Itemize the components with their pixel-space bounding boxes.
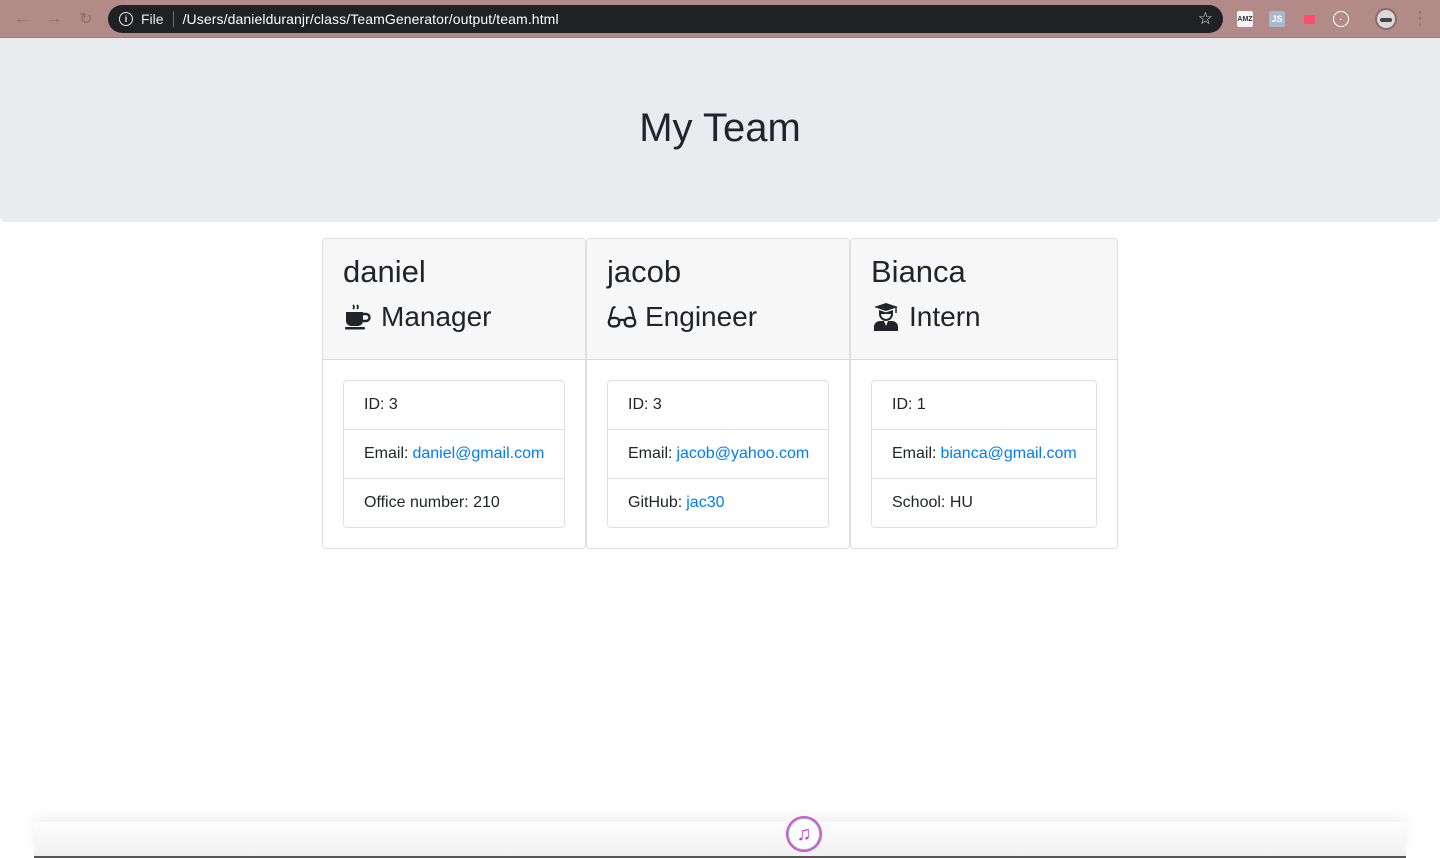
details-list: ID: 1 Email: bianca@gmail.com School: HU bbox=[871, 380, 1097, 528]
card-header: Bianca Intern bbox=[851, 239, 1117, 360]
card-header: daniel Manager bbox=[323, 239, 585, 360]
card-body: ID: 3 Email: daniel@gmail.com Office num… bbox=[323, 360, 585, 548]
card-header: jacob Engineer bbox=[587, 239, 849, 360]
mug-icon bbox=[343, 302, 373, 332]
circle-extension-icon[interactable]: · bbox=[1333, 11, 1349, 27]
dock: ♫ bbox=[34, 816, 1406, 858]
profile-avatar[interactable] bbox=[1375, 8, 1397, 30]
list-item-id: ID: 3 bbox=[344, 381, 564, 430]
employee-name: jacob bbox=[607, 254, 682, 289]
employee-card-manager: daniel Manager ID: 3 Email: daniel@gmail… bbox=[322, 238, 586, 549]
address-bar[interactable]: i File /Users/danielduranjr/class/TeamGe… bbox=[108, 5, 1223, 33]
forward-arrow-icon[interactable]: → bbox=[44, 9, 64, 29]
email-label: Email: bbox=[628, 445, 673, 462]
list-item-id: ID: 1 bbox=[872, 381, 1096, 430]
role-label: Manager bbox=[381, 301, 492, 332]
list-item-email: Email: bianca@gmail.com bbox=[872, 430, 1096, 479]
email-label: Email: bbox=[364, 445, 409, 462]
record-extension-icon[interactable] bbox=[1301, 11, 1317, 27]
github-link[interactable]: jac30 bbox=[686, 494, 724, 512]
details-list: ID: 3 Email: jacob@yahoo.com GitHub: jac… bbox=[607, 380, 829, 528]
card-body: ID: 1 Email: bianca@gmail.com School: HU bbox=[851, 360, 1117, 548]
details-list: ID: 3 Email: daniel@gmail.com Office num… bbox=[343, 380, 565, 528]
omnibox-divider bbox=[172, 11, 174, 27]
bookmark-star-icon[interactable]: ☆ bbox=[1198, 9, 1213, 29]
email-link[interactable]: daniel@gmail.com bbox=[412, 445, 544, 463]
employee-card-engineer: jacob Engineer ID: 3 Email: jacob@yahoo.… bbox=[586, 238, 850, 549]
email-link[interactable]: bianca@gmail.com bbox=[940, 445, 1076, 463]
page-title: My Team bbox=[639, 105, 801, 150]
email-label: Email: bbox=[892, 445, 937, 462]
list-item-email: Email: daniel@gmail.com bbox=[344, 430, 564, 479]
amz-extension-icon[interactable]: AMZ bbox=[1237, 11, 1253, 27]
list-item-id: ID: 3 bbox=[608, 381, 828, 430]
url-text[interactable]: /Users/danielduranjr/class/TeamGenerator… bbox=[183, 11, 559, 27]
employee-name: Bianca bbox=[871, 254, 966, 289]
github-label: GitHub: bbox=[628, 494, 683, 511]
list-item-github: GitHub: jac30 bbox=[608, 479, 828, 527]
reload-icon[interactable]: ↻ bbox=[76, 9, 96, 29]
employee-name: daniel bbox=[343, 254, 426, 289]
team-cards: daniel Manager ID: 3 Email: daniel@gmail… bbox=[322, 238, 1118, 549]
scheme-label: File bbox=[141, 11, 164, 27]
employee-card-intern: Bianca Intern ID: 1 Email: bianca@gmail.… bbox=[850, 238, 1118, 549]
info-icon[interactable]: i bbox=[119, 12, 133, 26]
employee-role: Manager bbox=[343, 300, 565, 334]
employee-role: Intern bbox=[871, 300, 1097, 334]
menu-dots-icon[interactable]: ⋮ bbox=[1411, 8, 1429, 28]
role-label: Intern bbox=[909, 301, 981, 332]
role-label: Engineer bbox=[645, 301, 758, 332]
glasses-icon bbox=[607, 302, 637, 332]
list-item-school: School: HU bbox=[892, 494, 973, 511]
employee-role: Engineer bbox=[607, 300, 829, 334]
js-extension-icon[interactable]: JS bbox=[1269, 11, 1285, 27]
back-arrow-icon[interactable]: ← bbox=[12, 9, 32, 29]
list-item-office: Office number: 210 bbox=[364, 494, 500, 511]
header-banner: My Team bbox=[0, 38, 1440, 222]
browser-toolbar: ← → ↻ i File /Users/danielduranjr/class/… bbox=[0, 0, 1440, 38]
music-note-icon[interactable]: ♫ bbox=[786, 816, 822, 852]
card-body: ID: 3 Email: jacob@yahoo.com GitHub: jac… bbox=[587, 360, 849, 548]
email-link[interactable]: jacob@yahoo.com bbox=[676, 445, 809, 463]
graduate-icon bbox=[871, 302, 901, 332]
list-item-email: Email: jacob@yahoo.com bbox=[608, 430, 828, 479]
